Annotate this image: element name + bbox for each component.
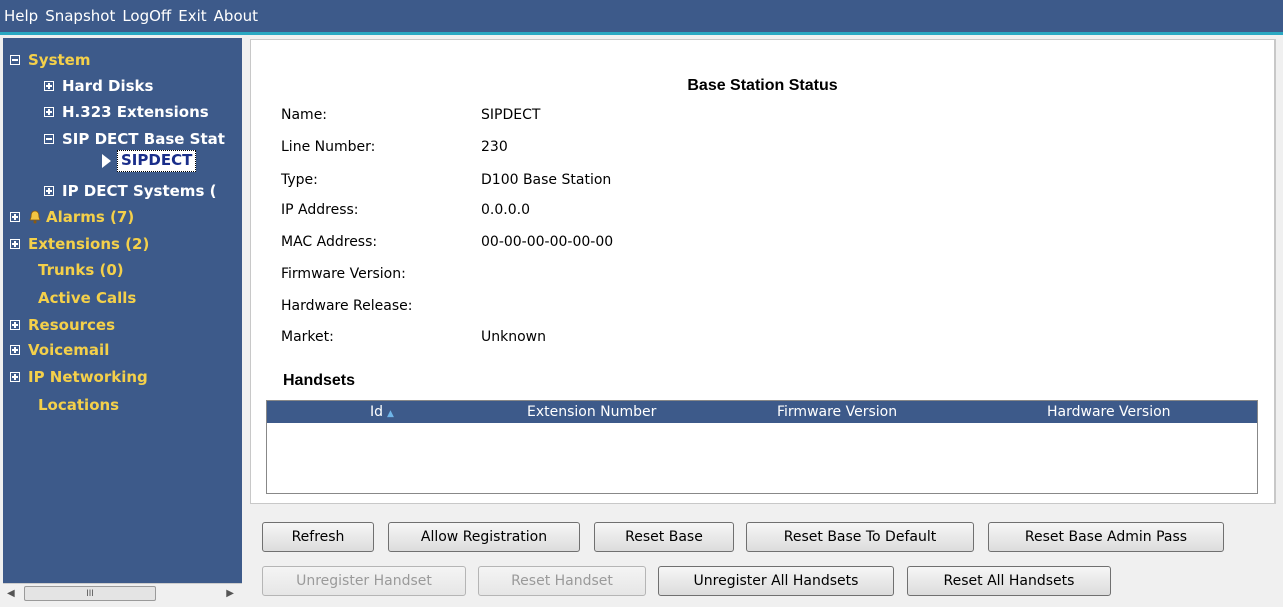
menu-bar: Help Snapshot LogOff Exit About — [0, 0, 1283, 32]
tree-label-sip-dect-base-stations: SIP DECT Base Stat — [62, 130, 225, 148]
menu-snapshot[interactable]: Snapshot — [45, 7, 115, 25]
expand-icon[interactable] — [10, 345, 20, 355]
tree-item-system[interactable]: System — [10, 48, 90, 72]
column-header-id-label: Id — [370, 404, 384, 420]
tree-label-system: System — [28, 51, 91, 69]
scrollbar-thumb[interactable]: III — [24, 586, 156, 601]
tree-label-voicemail: Voicemail — [28, 341, 110, 359]
reset-base-button[interactable]: Reset Base — [594, 522, 734, 552]
reset-handset-button[interactable]: Reset Handset — [478, 566, 646, 596]
mac-address-label: MAC Address: — [281, 234, 378, 250]
expand-icon[interactable] — [10, 320, 20, 330]
tree-item-hard-disks[interactable]: Hard Disks — [44, 74, 153, 98]
line-number-value: 230 — [481, 139, 508, 155]
ip-address-label: IP Address: — [281, 202, 359, 218]
firmware-version-label: Firmware Version: — [281, 266, 406, 282]
tree-item-voicemail[interactable]: Voicemail — [10, 338, 109, 362]
unregister-all-handsets-button[interactable]: Unregister All Handsets — [658, 566, 894, 596]
navigation-tree: System Hard Disks H.323 Extensions SIP D… — [3, 38, 242, 592]
column-header-firmware-version[interactable]: Firmware Version — [777, 404, 897, 420]
tree-label-trunks: Trunks (0) — [38, 261, 124, 279]
sort-ascending-icon: ▲ — [387, 409, 394, 419]
market-label: Market: — [281, 329, 334, 345]
tree-label-sipdect[interactable]: SIPDECT — [117, 150, 197, 172]
column-header-extension-number[interactable]: Extension Number — [527, 404, 656, 420]
tree-item-alarms[interactable]: Alarms (7) — [10, 205, 134, 229]
tree-label-ip-networking: IP Networking — [28, 368, 148, 386]
tree-label-extensions: Extensions (2) — [28, 235, 150, 253]
handsets-table-header: Id ▲ Extension Number Firmware Version Ha… — [267, 401, 1257, 423]
base-station-status-panel: Base Station Status Name: SIPDECT Line N… — [250, 39, 1276, 504]
reset-base-to-default-button[interactable]: Reset Base To Default — [746, 522, 974, 552]
reset-all-handsets-button[interactable]: Reset All Handsets — [907, 566, 1111, 596]
alarm-bell-icon — [29, 210, 41, 224]
scroll-left-icon[interactable]: ◀ — [7, 588, 15, 599]
tree-label-ip-dect-systems: IP DECT Systems ( — [62, 182, 217, 200]
tree-item-extensions[interactable]: Extensions (2) — [10, 232, 149, 256]
tree-label-resources: Resources — [28, 316, 116, 334]
collapse-icon[interactable] — [10, 55, 20, 65]
mac-address-value: 00-00-00-00-00-00 — [481, 234, 614, 250]
menu-exit[interactable]: Exit — [178, 7, 206, 25]
tree-label-hard-disks: Hard Disks — [62, 77, 154, 95]
expand-icon[interactable] — [44, 81, 54, 91]
tree-item-ip-networking[interactable]: IP Networking — [10, 365, 148, 389]
tree-item-ip-dect-systems[interactable]: IP DECT Systems ( — [44, 179, 216, 203]
tree-item-trunks[interactable]: Trunks (0) — [38, 258, 124, 282]
column-header-id[interactable]: Id ▲ — [370, 404, 394, 420]
handsets-table: Id ▲ Extension Number Firmware Version Ha… — [266, 400, 1258, 494]
tree-label-alarms: Alarms (7) — [46, 208, 135, 226]
ip-address-value: 0.0.0.0 — [481, 202, 530, 218]
selected-arrow-icon — [102, 154, 111, 168]
tree-label-h323-extensions: H.323 Extensions — [62, 103, 209, 121]
refresh-button[interactable]: Refresh — [262, 522, 374, 552]
menu-about[interactable]: About — [214, 7, 258, 25]
tree-item-h323-extensions[interactable]: H.323 Extensions — [44, 100, 209, 124]
type-label: Type: — [281, 172, 318, 188]
tree-item-locations[interactable]: Locations — [38, 393, 119, 417]
allow-registration-button[interactable]: Allow Registration — [388, 522, 580, 552]
tree-item-resources[interactable]: Resources — [10, 313, 115, 337]
hardware-release-label: Hardware Release: — [281, 298, 413, 314]
unregister-handset-button[interactable]: Unregister Handset — [262, 566, 466, 596]
expand-icon[interactable] — [10, 372, 20, 382]
column-header-hardware-version[interactable]: Hardware Version — [1047, 404, 1171, 420]
menu-help[interactable]: Help — [4, 7, 38, 25]
menu-divider — [0, 32, 1283, 35]
tree-label-active-calls: Active Calls — [38, 289, 137, 307]
handsets-heading: Handsets — [283, 372, 356, 389]
line-number-label: Line Number: — [281, 139, 376, 155]
market-value: Unknown — [481, 329, 546, 345]
sidebar-horizontal-scrollbar[interactable]: ◀ III ▶ — [3, 583, 242, 602]
expand-icon[interactable] — [44, 107, 54, 117]
expand-icon[interactable] — [10, 239, 20, 249]
expand-icon[interactable] — [44, 186, 54, 196]
menu-logoff[interactable]: LogOff — [122, 7, 171, 25]
name-label: Name: — [281, 107, 328, 123]
tree-item-sipdect[interactable]: SIPDECT — [102, 149, 197, 173]
page-title: Base Station Status — [687, 77, 838, 94]
tree-item-active-calls[interactable]: Active Calls — [38, 286, 136, 310]
scroll-right-icon[interactable]: ▶ — [226, 588, 234, 599]
collapse-icon[interactable] — [44, 134, 54, 144]
tree-label-locations: Locations — [38, 396, 120, 414]
reset-base-admin-pass-button[interactable]: Reset Base Admin Pass — [988, 522, 1224, 552]
type-value: D100 Base Station — [481, 172, 612, 188]
expand-icon[interactable] — [10, 212, 20, 222]
name-value: SIPDECT — [481, 107, 541, 123]
tree-item-sip-dect-base-stations[interactable]: SIP DECT Base Stat — [44, 127, 225, 151]
